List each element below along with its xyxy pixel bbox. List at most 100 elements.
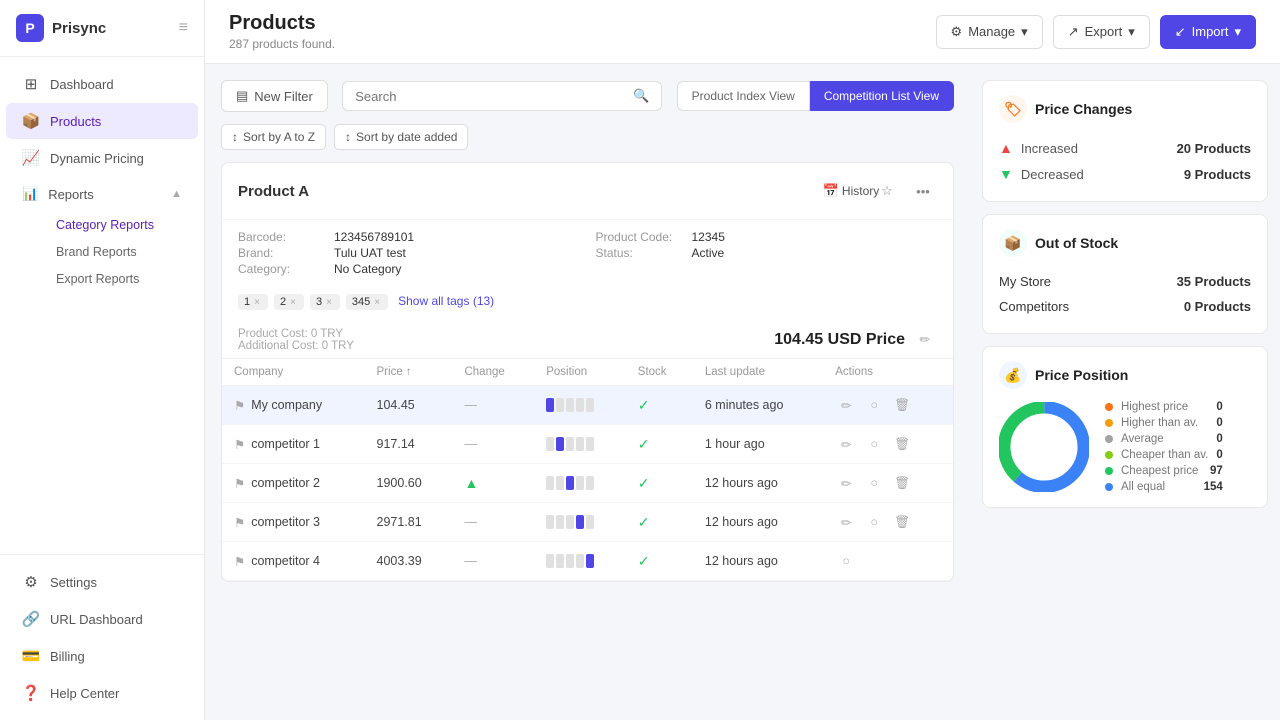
tag-close-icon[interactable]: × (374, 297, 380, 308)
donut-wrap: Highest price 0 Higher than av. 0 Averag… (999, 401, 1251, 493)
sidebar-item-label: Dashboard (50, 77, 114, 92)
position-segment (546, 437, 554, 451)
filter-icon: ▤ (236, 88, 248, 104)
position-bar (546, 554, 614, 568)
col-position: Position (534, 359, 626, 386)
sidebar-item-settings[interactable]: ⚙ Settings (6, 564, 198, 600)
edit-action-button[interactable]: ✏ (835, 394, 857, 416)
history-button[interactable]: 📅 History (837, 177, 865, 205)
sidebar-item-dynamic-pricing[interactable]: 📈 Dynamic Pricing (6, 140, 198, 176)
sidebar-sub-item-category-reports[interactable]: Category Reports (44, 212, 198, 238)
delete-action-button[interactable]: 🗑 (891, 394, 913, 416)
position-segment (556, 476, 564, 490)
page-subtitle: 287 products found. (229, 37, 335, 51)
edit-action-button[interactable]: ✏ (835, 472, 857, 494)
edit-price-icon[interactable]: ✏ (913, 328, 937, 352)
import-button[interactable]: ↙ Import ▾ (1160, 15, 1256, 49)
circle-action-button[interactable]: ○ (835, 550, 857, 572)
competition-list-view-button[interactable]: Competition List View (810, 81, 954, 111)
product-meta: Barcode: 123456789101 Product Code: 1234… (222, 220, 953, 286)
position-segment (586, 515, 594, 529)
position-segment (586, 554, 594, 568)
position-segment (546, 476, 554, 490)
position-segment (566, 554, 574, 568)
legend-item: All equal 154 (1105, 481, 1223, 493)
my-store-count: 35 Products (1177, 274, 1251, 289)
sidebar-item-reports[interactable]: 📊 Reports ▲ (6, 177, 198, 211)
delete-action-button[interactable]: 🗑 (891, 511, 913, 533)
edit-action-button[interactable]: ✏ (835, 433, 857, 455)
legend-dot (1105, 435, 1113, 443)
cell-price: 1900.60 (365, 464, 453, 503)
search-input[interactable] (355, 89, 625, 104)
cell-change: — (452, 425, 534, 464)
cell-price: 104.45 (365, 386, 453, 425)
sidebar-collapse-button[interactable]: ≡ (179, 19, 188, 37)
position-segment (586, 437, 594, 451)
col-last-update: Last update (693, 359, 823, 386)
logo-text: Prisync (52, 20, 106, 37)
sidebar-sub-item-brand-reports[interactable]: Brand Reports (44, 239, 198, 265)
cell-change: — (452, 542, 534, 581)
manage-button[interactable]: ⚙ Manage ▾ (936, 15, 1043, 49)
chevron-down-icon: ▾ (1128, 24, 1135, 40)
star-button[interactable]: ☆ (873, 177, 901, 205)
reports-chevron-icon: ▲ (171, 188, 182, 200)
delete-action-button[interactable]: 🗑 (891, 433, 913, 455)
sort-bar: ↕ Sort by A to Z ↕ Sort by date added (221, 124, 954, 150)
cell-actions: ✏ ○ 🗑 (823, 464, 953, 503)
cell-actions: ✏ ○ 🗑 (823, 386, 953, 425)
edit-action-button[interactable]: ✏ (835, 511, 857, 533)
col-actions: Actions (823, 359, 953, 386)
show-all-tags[interactable]: Show all tags (13) (398, 294, 494, 310)
sidebar-item-label: Dynamic Pricing (50, 151, 144, 166)
sort-az-button[interactable]: ↕ Sort by A to Z (221, 124, 326, 150)
sidebar-item-products[interactable]: 📦 Products (6, 103, 198, 139)
sort-date-button[interactable]: ↕ Sort by date added (334, 124, 468, 150)
sidebar-bottom: ⚙ Settings 🔗 URL Dashboard 💳 Billing ❓ H… (0, 554, 204, 720)
competition-table: Company Price ↑ Change Position Stock La… (222, 358, 953, 581)
price-changes-title: 🏷 Price Changes (999, 95, 1251, 123)
legend-item: Average 0 (1105, 433, 1223, 445)
sidebar-item-billing[interactable]: 💳 Billing (6, 638, 198, 674)
more-button[interactable]: ••• (909, 177, 937, 205)
position-segment (566, 476, 574, 490)
export-button[interactable]: ↗ Export ▾ (1053, 15, 1150, 49)
sidebar-item-label: Settings (50, 575, 97, 590)
row-actions: ✏ ○ 🗑 (835, 511, 941, 533)
row-actions: ○ (835, 550, 941, 572)
product-index-view-button[interactable]: Product Index View (677, 81, 810, 111)
out-of-stock-title: 📦 Out of Stock (999, 229, 1251, 257)
circle-action-button[interactable]: ○ (863, 433, 885, 455)
competitors-row: Competitors 0 Products (999, 294, 1251, 319)
billing-icon: 💳 (22, 647, 40, 665)
tag-close-icon[interactable]: × (290, 297, 296, 308)
tag-close-icon[interactable]: × (326, 297, 332, 308)
brand-row: Brand: Tulu UAT test (238, 246, 580, 260)
flag-icon: ⚑ (234, 437, 245, 452)
circle-action-button[interactable]: ○ (863, 472, 885, 494)
position-segment (576, 554, 584, 568)
stock-check-icon: ✓ (638, 397, 650, 413)
star-icon: ☆ (881, 183, 893, 199)
cell-position (534, 542, 626, 581)
sidebar-item-url-dashboard[interactable]: 🔗 URL Dashboard (6, 601, 198, 637)
position-segment (566, 515, 574, 529)
tag-close-icon[interactable]: × (254, 297, 260, 308)
product-tags: 1 × 2 × 3 × 345 × Show all tags (13) (222, 286, 953, 318)
header-actions: ⚙ Manage ▾ ↗ Export ▾ ↙ Import ▾ (936, 15, 1256, 49)
sidebar-item-dashboard[interactable]: ⊞ Dashboard (6, 66, 198, 102)
circle-action-button[interactable]: ○ (863, 394, 885, 416)
new-filter-button[interactable]: ▤ New Filter (221, 80, 328, 112)
sidebar-item-help[interactable]: ❓ Help Center (6, 675, 198, 711)
tag-1: 1 × (238, 294, 268, 310)
products-icon: 📦 (22, 112, 40, 130)
delete-action-button[interactable]: 🗑 (891, 472, 913, 494)
legend-label: Average (1121, 433, 1208, 445)
ellipsis-icon: ••• (916, 184, 930, 199)
legend-label: All equal (1121, 481, 1196, 493)
circle-action-button[interactable]: ○ (863, 511, 885, 533)
legend-value: 0 (1216, 449, 1222, 461)
sidebar-sub-item-export-reports[interactable]: Export Reports (44, 266, 198, 292)
search-bar: 🔍 (342, 81, 662, 111)
